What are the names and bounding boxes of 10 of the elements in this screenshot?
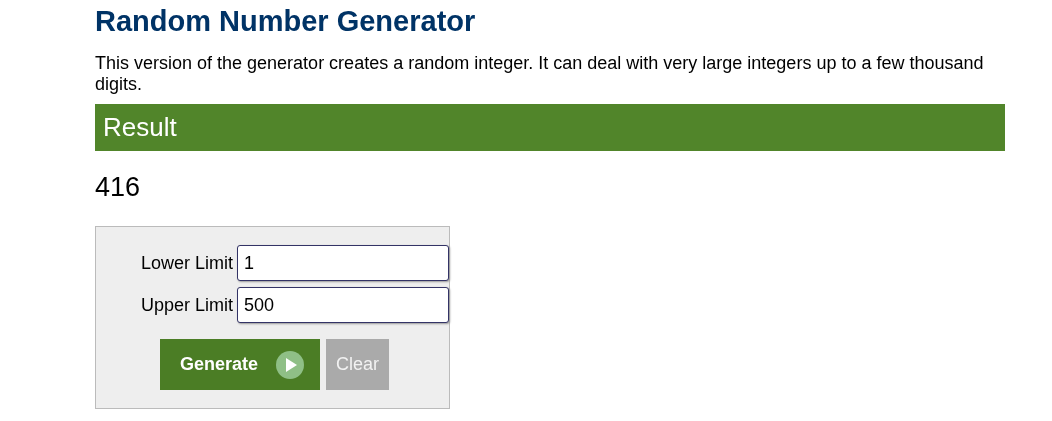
page-title: Random Number Generator bbox=[95, 4, 477, 39]
field-label: Lower Limit bbox=[139, 252, 233, 274]
field-label: Upper Limit bbox=[139, 294, 233, 316]
input-field[interactable]: 500 bbox=[237, 287, 449, 323]
generate-button[interactable]: Generate bbox=[159, 339, 320, 390]
result-header: Result bbox=[95, 104, 1005, 151]
description-text: This version of the generator creates a random integer. It can deal with very large integers up to a few thousand digits. bbox=[95, 53, 985, 95]
play-icon bbox=[276, 350, 304, 379]
result-value: 416 bbox=[95, 171, 142, 203]
input-field[interactable]: 1 bbox=[237, 245, 449, 281]
